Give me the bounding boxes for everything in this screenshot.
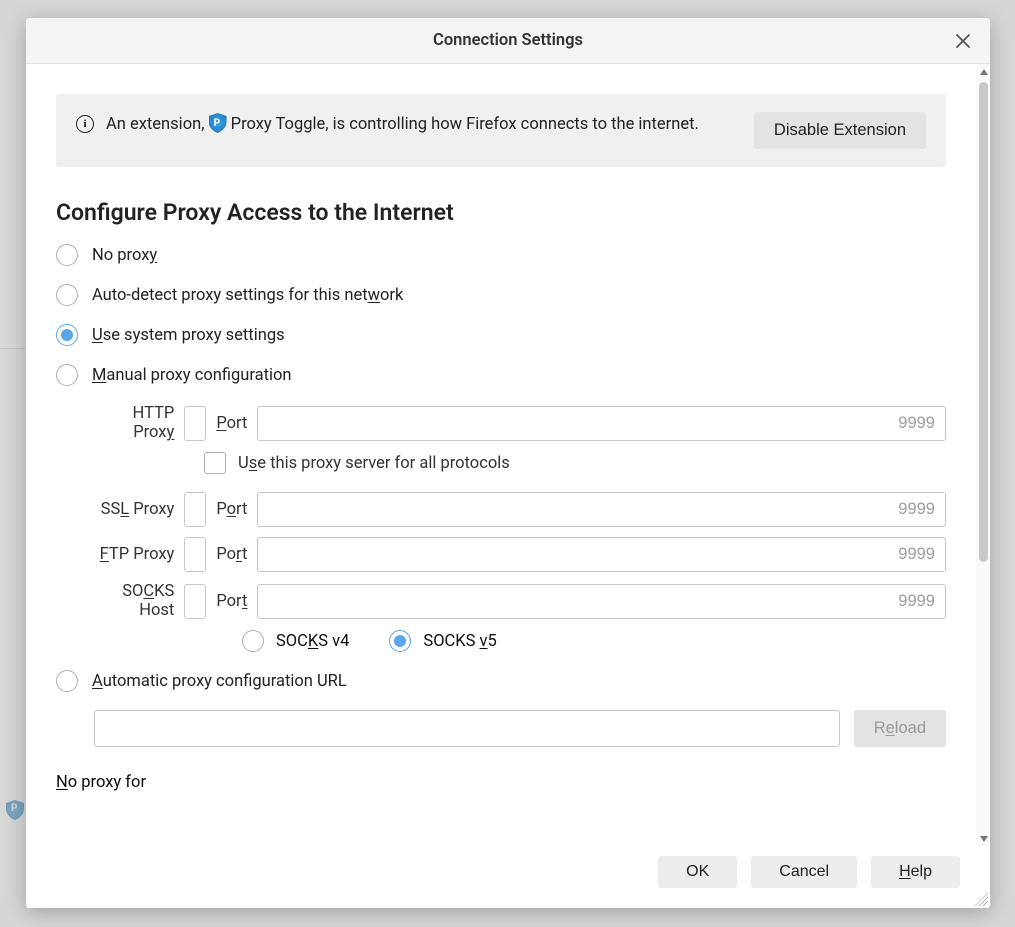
radio-label: Auto-detect proxy settings for this netw…	[92, 286, 403, 305]
use-all-checkbox[interactable]	[204, 452, 226, 474]
ftp-port-input[interactable]	[257, 537, 946, 572]
pac-url-input[interactable]	[94, 710, 840, 747]
dialog-footer: OK Cancel Help	[26, 846, 990, 908]
help-button[interactable]: Help	[871, 856, 960, 888]
use-all-label: Use this proxy server for all protocols	[238, 454, 510, 473]
cancel-button[interactable]: Cancel	[751, 856, 857, 888]
radio-label: SOCKS v5	[423, 632, 496, 651]
socks-host-label: SOCKS Host	[94, 582, 174, 620]
socks-host-input[interactable]	[184, 584, 206, 619]
radio-auto-config-url[interactable]: Automatic proxy configuration URL	[56, 670, 946, 692]
ftp-proxy-label: FTP Proxy	[94, 545, 174, 564]
radio-label: Use system proxy settings	[92, 326, 285, 345]
radio-icon	[242, 630, 264, 652]
socks-port-input[interactable]	[257, 584, 946, 619]
ssl-port-input[interactable]	[257, 492, 946, 527]
ftp-port-label: Port	[216, 545, 247, 564]
socks-port-label: Port	[216, 592, 247, 611]
radio-icon	[389, 630, 411, 652]
radio-icon	[56, 670, 78, 692]
dialog-header: Connection Settings	[26, 18, 990, 64]
radio-label: Automatic proxy configuration URL	[92, 672, 347, 691]
info-icon: i	[76, 115, 94, 133]
close-button[interactable]	[948, 26, 978, 56]
radio-label: SOCKS v4	[276, 632, 349, 651]
radio-label: Manual proxy configuration	[92, 366, 292, 385]
ftp-proxy-input[interactable]	[184, 537, 206, 572]
scrollbar[interactable]	[976, 64, 990, 846]
disable-extension-button[interactable]: Disable Extension	[754, 112, 926, 149]
dialog-title: Connection Settings	[433, 31, 583, 50]
radio-socks-v4[interactable]: SOCKS v4	[242, 630, 349, 652]
info-text: An extension, Proxy Toggle, is controlli…	[106, 112, 742, 138]
scroll-up-icon[interactable]	[977, 64, 990, 79]
radio-icon	[56, 244, 78, 266]
connection-settings-dialog: Connection Settings i An extension, Prox…	[26, 18, 990, 908]
shield-icon	[209, 113, 227, 133]
radio-manual-proxy[interactable]: Manual proxy configuration	[56, 364, 946, 386]
ok-button[interactable]: OK	[658, 856, 737, 888]
ssl-proxy-label: SSL Proxy	[94, 500, 174, 519]
scroll-down-icon[interactable]	[977, 831, 990, 846]
radio-system-proxy[interactable]: Use system proxy settings	[56, 324, 946, 346]
radio-no-proxy[interactable]: No proxy	[56, 244, 946, 266]
radio-icon	[56, 324, 78, 346]
ssl-proxy-input[interactable]	[184, 492, 206, 527]
http-port-input[interactable]	[257, 406, 946, 441]
scroll-thumb[interactable]	[979, 82, 988, 562]
radio-autodetect[interactable]: Auto-detect proxy settings for this netw…	[56, 284, 946, 306]
reload-button[interactable]: Reload	[854, 710, 946, 747]
radio-icon	[56, 364, 78, 386]
http-proxy-label: HTTP Proxy	[94, 404, 174, 442]
http-proxy-input[interactable]	[184, 406, 206, 441]
section-heading: Configure Proxy Access to the Internet	[56, 199, 946, 226]
http-port-label: Port	[216, 414, 247, 433]
extension-info-box: i An extension, Proxy Toggle, is control…	[56, 94, 946, 167]
resize-handle[interactable]	[974, 892, 988, 906]
no-proxy-for-label: No proxy for	[56, 773, 946, 792]
radio-label: No proxy	[92, 246, 157, 265]
radio-socks-v5[interactable]: SOCKS v5	[389, 630, 496, 652]
dialog-content: i An extension, Proxy Toggle, is control…	[26, 64, 976, 846]
ssl-port-label: Port	[216, 500, 247, 519]
radio-icon	[56, 284, 78, 306]
